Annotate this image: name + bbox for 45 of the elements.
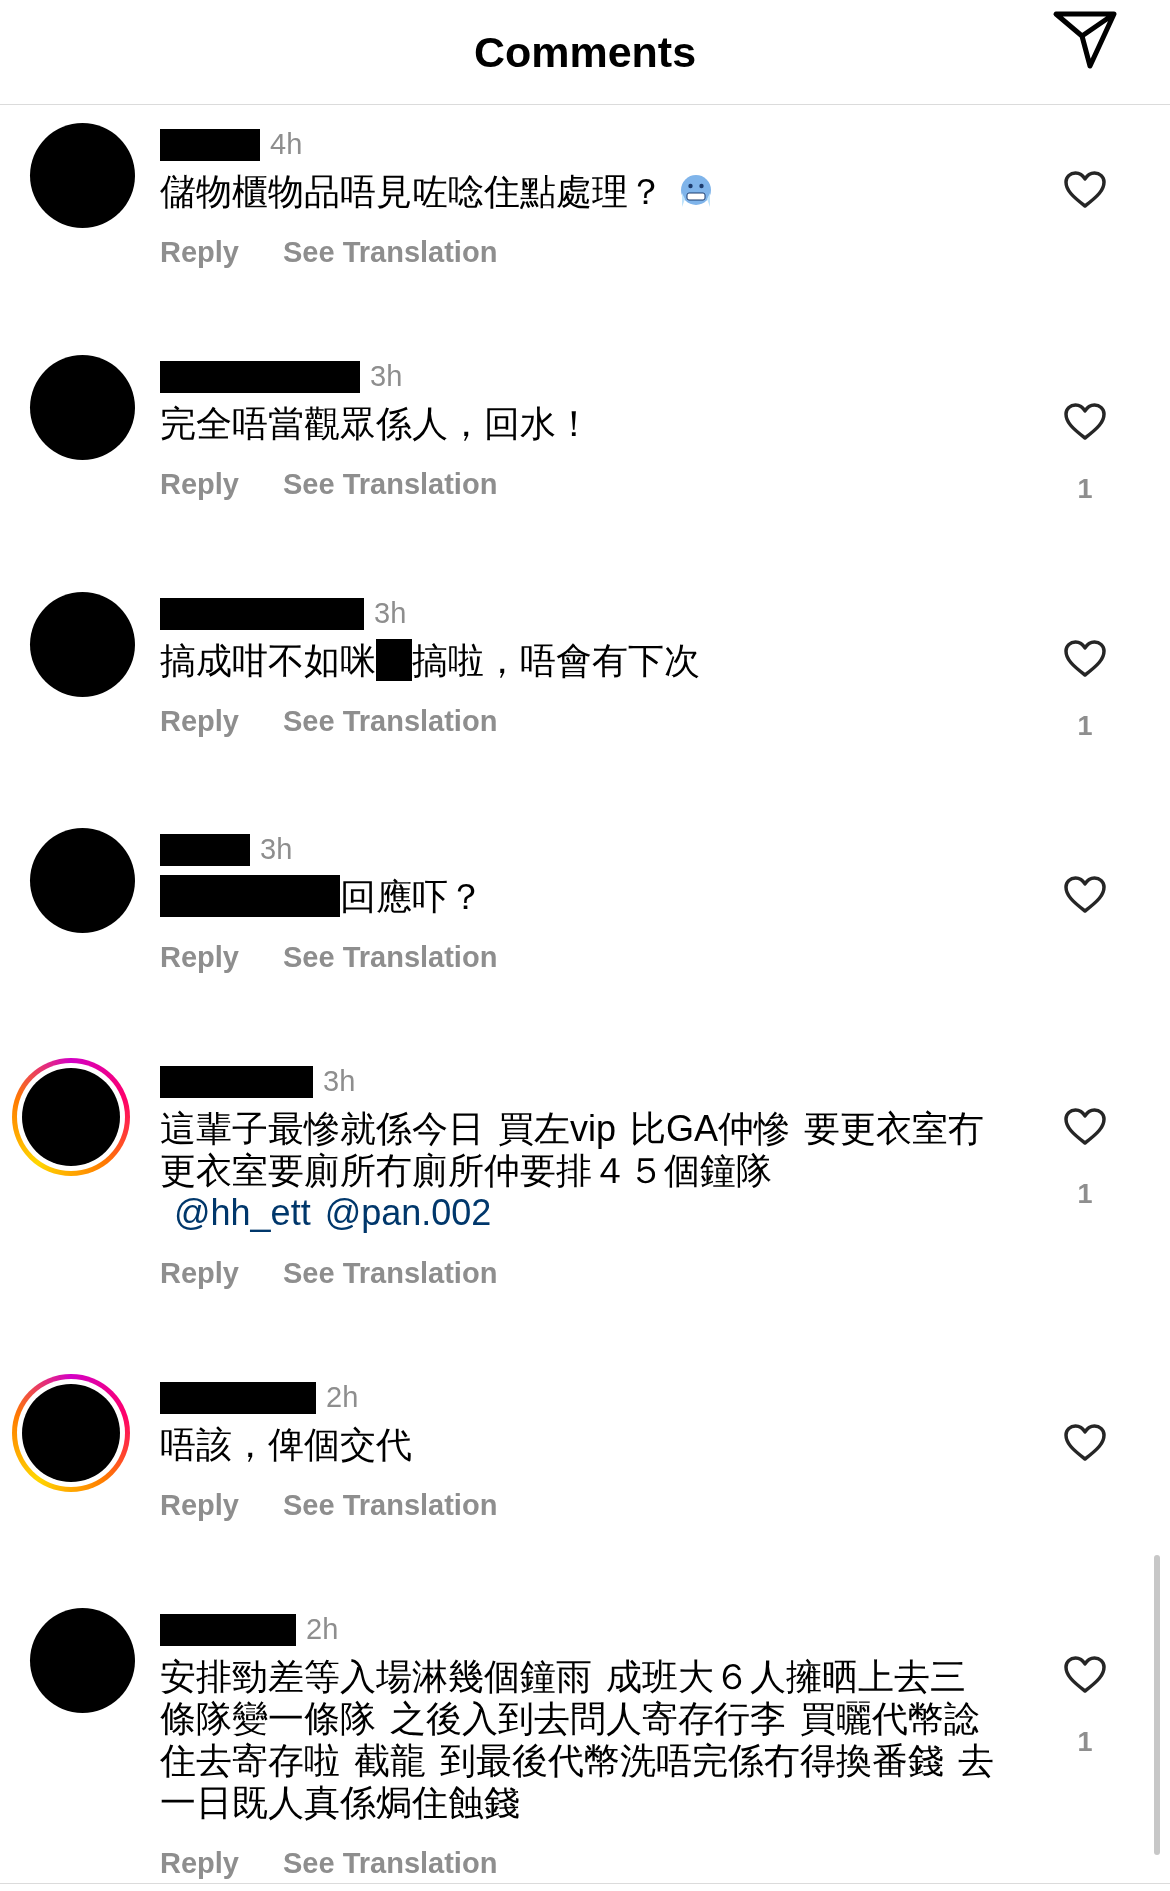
comment-text: 搞成咁不如咪 [160, 639, 376, 681]
reply-button[interactable]: Reply [160, 1252, 239, 1296]
comment-time: 3h [260, 832, 293, 868]
send-icon[interactable] [1052, 10, 1118, 70]
comment-text: 儲物櫃物品唔見咗唸住點處理？ [160, 171, 1000, 213]
like-count: 1 [1077, 709, 1093, 743]
like-count: 1 [1077, 1726, 1093, 1759]
see-translation-button[interactable]: See Translation [283, 1252, 498, 1296]
heart-icon[interactable] [1064, 876, 1106, 914]
redaction-bar [376, 639, 412, 681]
comment-text: 這輩子最慘就係今日 買左vip 比GA仲慘 要更衣室冇更衣室要廁所冇廁所仲要排４５個鐘隊 @hh_ett @pan.002 [160, 1108, 986, 1234]
heart-icon[interactable] [1064, 1424, 1106, 1462]
see-translation-button[interactable]: See Translation [283, 699, 498, 744]
comment-text: 安排勁差等入場淋幾個鐘雨 成班大６人擁晒上去三條隊變一條隊 之後入到去問人寄存行李 買曬代幣諗住去寄存啦 截龍 到最後代幣洗唔完係冇得換番錢 去一日既人真係焗住蝕錢 [160, 1656, 995, 1824]
like-count: 1 [1077, 1178, 1093, 1211]
heart-icon[interactable] [1064, 1656, 1106, 1694]
reply-button[interactable]: Reply [160, 231, 239, 275]
heart-icon[interactable] [1064, 171, 1106, 209]
comment-time: 3h [370, 359, 403, 395]
see-translation-button[interactable]: See Translation [283, 463, 498, 507]
like-count: 1 [1077, 473, 1093, 506]
reply-button[interactable]: Reply [160, 1842, 239, 1886]
reply-button[interactable]: Reply [160, 463, 239, 507]
comment-text: 唔該，俾個交代 [160, 1424, 413, 1466]
header-title: Comments [473, 26, 697, 78]
reply-button[interactable]: Reply [160, 936, 239, 980]
reply-button[interactable]: Reply [160, 699, 239, 744]
mention-link[interactable]: @pan.002 [324, 1192, 492, 1233]
heart-icon[interactable] [1064, 403, 1106, 441]
see-translation-button[interactable]: See Translation [283, 936, 498, 980]
comment-time: 2h [306, 1612, 339, 1648]
comment-time: 4h [270, 127, 303, 163]
reply-button[interactable]: Reply [160, 1484, 239, 1528]
see-translation-button[interactable]: See Translation [283, 1842, 498, 1886]
heart-icon[interactable] [1064, 1108, 1106, 1146]
comment-time: 3h [374, 595, 407, 631]
heart-icon[interactable] [1064, 639, 1106, 678]
comment-text: 完全唔當觀眾係人，回水！ [160, 403, 593, 445]
comment-text: 回應吓？ [340, 876, 484, 917]
mention-link[interactable]: @hh_ett [174, 1192, 311, 1233]
see-translation-button[interactable]: See Translation [283, 1484, 498, 1528]
comment-text: 搞啦，唔會有下次 [412, 639, 700, 681]
see-translation-button[interactable]: See Translation [283, 231, 498, 275]
comment-time: 2h [326, 1380, 359, 1416]
comment-time: 3h [323, 1064, 356, 1100]
